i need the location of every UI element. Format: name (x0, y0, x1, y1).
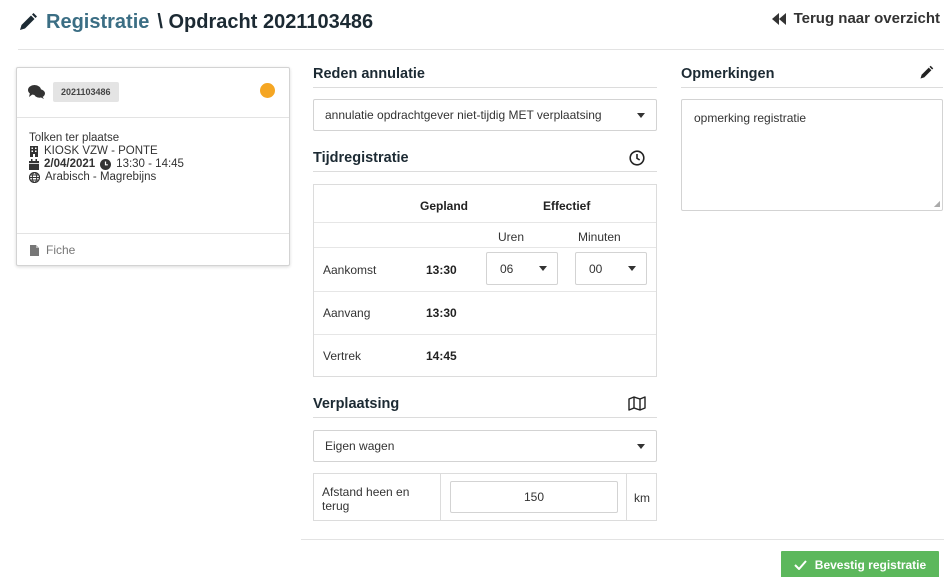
status-indicator (260, 83, 275, 98)
table-divider (314, 334, 656, 335)
arrival-hours-select[interactable]: 06 (486, 252, 558, 285)
distance-divider (626, 474, 627, 520)
edit-pencil-icon[interactable] (919, 65, 934, 80)
cancellation-section-title: Reden annulatie (313, 66, 657, 88)
clock-icon (100, 159, 112, 170)
time-registration-table: Gepland Effectief Uren Minuten Aankomst … (313, 184, 657, 377)
page-title-section: Registratie (46, 10, 150, 33)
table-divider (314, 222, 656, 223)
time-registration-section-title: Tijdregistratie (313, 150, 657, 172)
fiche-link[interactable]: Fiche (17, 233, 289, 266)
resize-handle-icon[interactable]: ◢ (934, 199, 940, 208)
clock-outline-icon (629, 150, 645, 166)
distance-input[interactable]: 150 (450, 481, 618, 513)
remarks-textarea[interactable]: opmerking registratie ◢ (681, 99, 943, 211)
assignment-type: Tolken ter plaatse (29, 132, 120, 144)
planned-start: 13:30 (426, 306, 457, 320)
caret-down-icon (637, 443, 645, 449)
time-registration-title: Tijdregistratie (313, 150, 409, 166)
fiche-label: Fiche (46, 243, 76, 257)
table-divider (314, 247, 656, 248)
back-to-overview-label: Terug naar overzicht (793, 10, 940, 27)
arrival-minutes-value: 00 (589, 261, 603, 276)
travel-mode-value: Eigen wagen (325, 439, 395, 453)
datetime-row: 2/04/2021 13:30 - 14:45 (29, 158, 289, 171)
table-divider (314, 291, 656, 292)
planned-arrival: 13:30 (426, 263, 457, 277)
assignment-card: 2021103486 Tolken ter plaatse KIOSK VZW … (16, 67, 290, 266)
assignment-time: 13:30 - 14:45 (116, 158, 184, 170)
caret-down-icon (628, 266, 636, 271)
assignment-date: 2/04/2021 (44, 158, 96, 170)
distance-row: Afstand heen en terug 150 km (313, 473, 657, 521)
file-icon (30, 244, 39, 256)
double-chevron-left-icon (771, 12, 786, 25)
col-header-planned: Gepland (420, 199, 469, 213)
planned-departure: 14:45 (426, 349, 457, 363)
comments-icon (28, 85, 45, 99)
travel-title: Verplaatsing (313, 396, 400, 412)
col-header-hours: Uren (498, 230, 525, 244)
distance-divider (440, 474, 441, 520)
confirm-registration-button[interactable]: Bevestig registratie (781, 551, 939, 577)
travel-mode-select[interactable]: Eigen wagen (313, 430, 657, 462)
caret-down-icon (539, 266, 547, 271)
remarks-title: Opmerkingen (681, 66, 775, 82)
cancellation-reason-select[interactable]: annulatie opdrachtgever niet-tijdig MET … (313, 99, 657, 131)
organisation-row: KIOSK VZW - PONTE (29, 145, 289, 158)
caret-down-icon (637, 112, 645, 118)
map-icon (628, 396, 646, 411)
cancellation-reason-value: annulatie opdrachtgever niet-tijdig MET … (325, 108, 602, 122)
header-divider (18, 49, 944, 50)
card-header: 2021103486 (17, 68, 289, 118)
pencil-icon (18, 12, 38, 32)
assignment-language: Arabisch - Magrebijns (45, 171, 157, 183)
globe-icon (29, 172, 40, 183)
col-header-effective: Effectief (543, 199, 591, 213)
row-label-start: Aanvang (323, 306, 371, 320)
building-icon (29, 146, 39, 157)
page-title: \ Opdracht 2021103486 (157, 10, 374, 33)
col-header-minutes: Minuten (578, 230, 621, 244)
organisation-name: KIOSK VZW - PONTE (44, 145, 158, 157)
row-label-arrival: Aankomst (323, 263, 377, 277)
row-label-departure: Vertrek (323, 349, 362, 363)
arrival-minutes-select[interactable]: 00 (575, 252, 647, 285)
footer-divider (301, 539, 944, 540)
remarks-section-title: Opmerkingen (681, 66, 943, 88)
check-icon (794, 559, 807, 570)
page-header: Registratie \ Opdracht 2021103486 (18, 9, 373, 35)
language-row: Arabisch - Magrebijns (29, 171, 289, 184)
distance-unit: km (634, 491, 650, 505)
card-body: Tolken ter plaatse KIOSK VZW - PONTE 2/0… (17, 118, 289, 184)
back-to-overview-link[interactable]: Terug naar overzicht (771, 10, 940, 27)
distance-label: Afstand heen en terug (322, 485, 410, 513)
calendar-icon (29, 159, 39, 170)
confirm-registration-label: Bevestig registratie (814, 557, 927, 572)
remarks-value: opmerking registratie (694, 111, 807, 125)
travel-section-title: Verplaatsing (313, 396, 657, 418)
arrival-hours-value: 06 (500, 261, 514, 276)
assignment-number-badge: 2021103486 (53, 82, 119, 102)
